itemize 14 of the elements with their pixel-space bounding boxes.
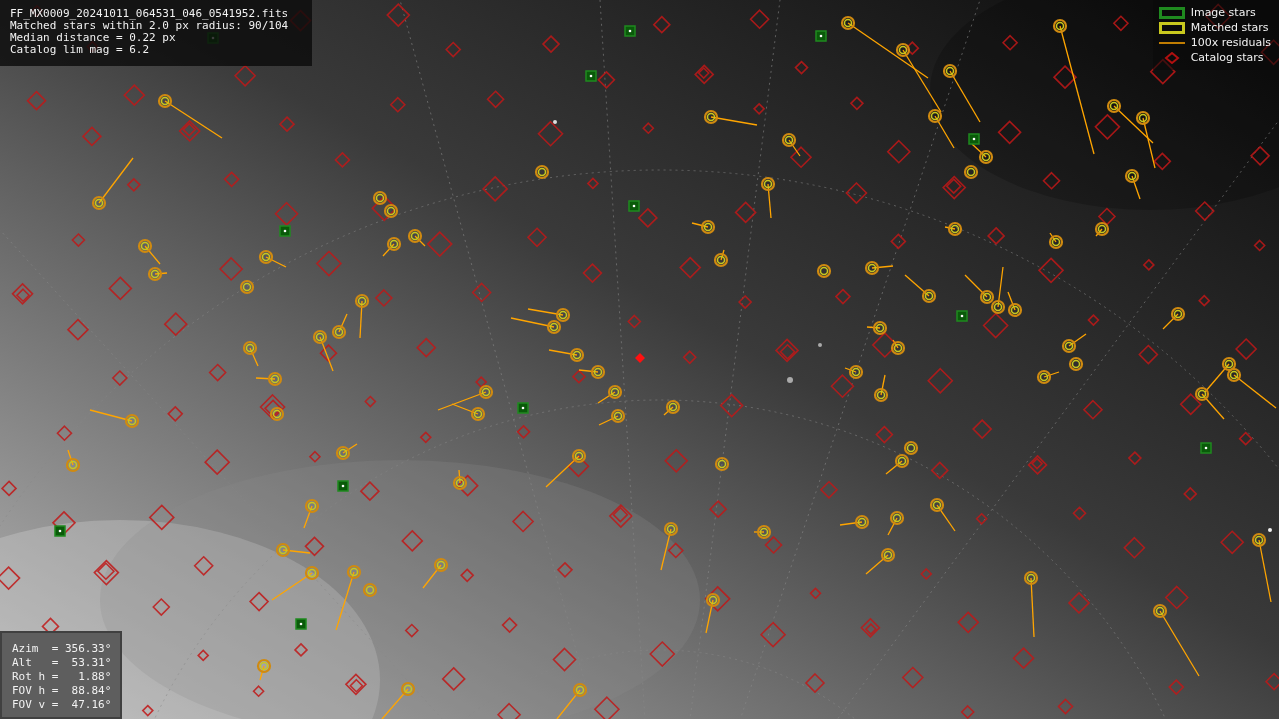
- info-text: Catalog lim mag = 6.2: [10, 44, 151, 56]
- legend-label: Catalog stars: [1190, 51, 1264, 64]
- info-text: Matched stars within 2.0 px radius: 90/104: [10, 20, 290, 32]
- line-icon: [1158, 40, 1185, 45]
- pointing-text: Alt = 53.31°: [12, 657, 110, 669]
- pointing-text: FOV v = 47.16°: [12, 699, 110, 711]
- pointing-text: Rot h = 1.88°: [12, 671, 110, 683]
- legend-label: Image stars: [1190, 6, 1256, 19]
- info-text: FF_MX0009_20241011_064531_046_0541952.fits: [10, 8, 290, 20]
- legend-label: Matched stars: [1190, 21, 1269, 34]
- pointing-text: Azim = 356.33°: [12, 643, 110, 655]
- info-text: Median distance = 0.22 px: [10, 32, 177, 44]
- pointing-text: FOV h = 88.84°: [12, 685, 110, 697]
- legend-label: 100x residuals: [1190, 36, 1271, 49]
